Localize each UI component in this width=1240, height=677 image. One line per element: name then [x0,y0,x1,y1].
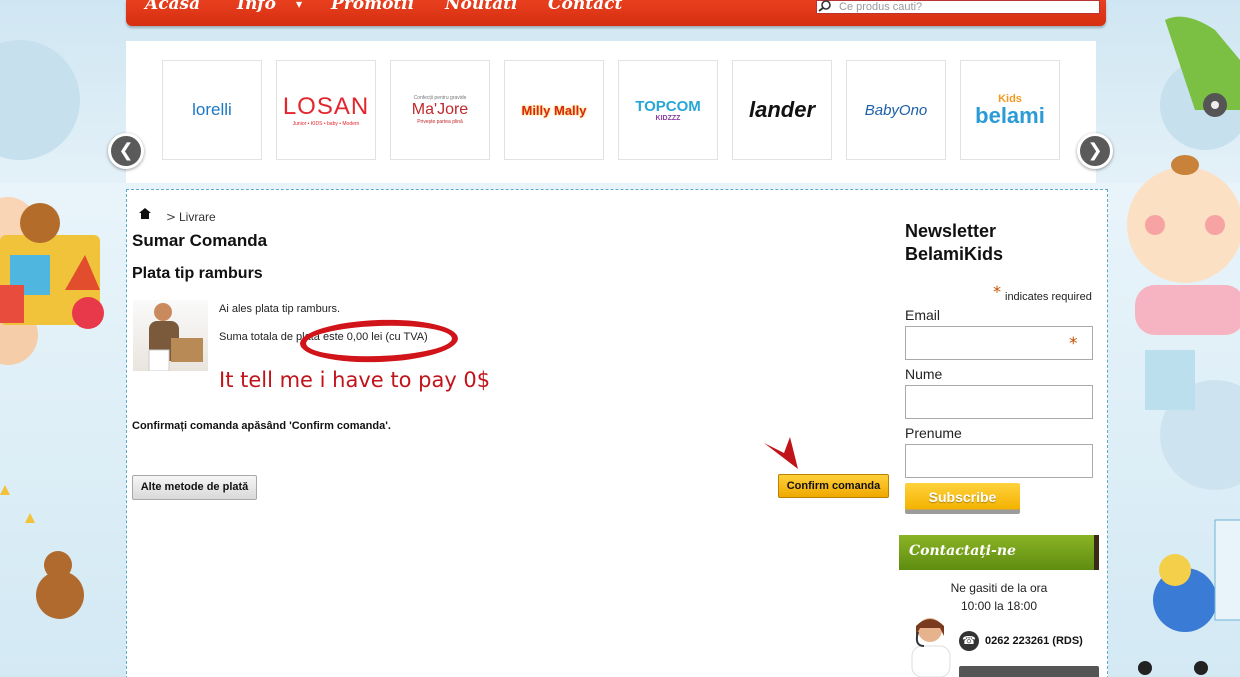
required-asterisk: * [1069,334,1078,354]
brand-tagline: Privește partea plină [417,119,463,125]
phone-icon: ☎ [959,631,979,651]
toy-decoration [0,197,104,619]
phone-number[interactable]: 0262 223261 (RDS) [985,635,1083,647]
call-button[interactable] [959,666,1099,677]
hours-text: Ne gasiti de la ora [950,581,1048,595]
firstname-label: Prenume [905,425,962,441]
name-label: Nume [905,366,943,382]
brand-name: Ma'Jore [411,101,469,118]
nav-item-promotii[interactable]: Promotii [331,0,414,14]
nav-item-contact[interactable]: Contact [548,0,622,14]
brand-name: LOSAN [282,93,370,120]
brand-logo-babyono[interactable]: BabyOno [846,60,946,160]
payment-message: Ai ales plata tip ramburs. [219,303,341,315]
breadcrumb-current: Livrare [179,210,216,224]
page-title: Sumar Comanda [132,231,268,250]
support-agent-image [900,612,952,677]
confirm-instructions: Confirmați comanda apăsând 'Confirm coma… [132,420,391,432]
brand-carousel [126,41,1096,183]
brand-logo-milly-mally[interactable]: Milly Mally [504,60,604,160]
newsletter-title: Newsletter BelamiKids [905,221,1004,264]
brand-name: BabyOno [864,101,928,119]
user-annotation: It tell me i have to pay 0$ [219,368,491,392]
brand-logo-lander[interactable]: lander [732,60,832,160]
carousel-prev-button[interactable]: ❮ [108,133,144,169]
brand-name: TOPCOM [635,98,701,115]
breadcrumb-separator: > [166,210,177,224]
brand-logo-lorelli[interactable]: lorelli [162,60,262,160]
nav-item-info[interactable]: Info [237,0,276,14]
brand-name: Milly Mally [521,102,587,118]
home-icon[interactable] [139,208,151,223]
email-label: Email [905,307,941,323]
baby-decoration [1127,16,1240,675]
annotation-arrow-icon [764,437,798,469]
other-payment-methods-button[interactable]: Alte metode de plată [132,475,257,500]
brand-name: lander [748,97,816,122]
confirm-order-button[interactable]: Confirm comanda [778,474,889,498]
brand-name: lorelli [192,100,232,119]
name-field[interactable] [905,385,1093,419]
carousel-next-button[interactable]: ❯ [1077,133,1113,169]
brand-logo-topcom[interactable]: TOPCOM KIDZZZ [618,60,718,160]
hours-range: 10:00 la 18:00 [960,599,1038,613]
firstname-field[interactable] [905,444,1093,478]
subscribe-button[interactable]: Subscribe [905,483,1020,514]
search-input[interactable]: Ce produs cauti? [816,0,1100,14]
required-note: indicates required [1005,291,1092,303]
brand-logo-majore[interactable]: Confecții pentru gravide Ma'Jore Priveșt… [390,60,490,160]
brand-logo-losan[interactable]: LOSAN Junior • KIDS • baby • Modern [276,60,376,160]
brand-tagline: Junior • KIDS • baby • Modern [292,121,360,127]
brand-name: belami [975,103,1045,128]
brand-logo-belami[interactable]: Kids belami [960,60,1060,160]
search-icon[interactable] [818,0,834,13]
required-asterisk: * [993,282,1001,301]
courier-image [133,300,208,371]
chevron-right-icon: ❯ [1087,140,1103,161]
chevron-down-icon: ▼ [296,0,303,9]
payment-method-title: Plata tip ramburs [132,265,263,282]
nav-item-acasa[interactable]: Acasa [145,0,200,14]
chevron-left-icon: ❮ [118,140,134,161]
brand-tagline: KIDZZZ [655,115,681,122]
email-field[interactable] [905,326,1093,360]
nav-item-noutati[interactable]: Noutati [445,0,517,14]
contact-banner: Contactați-ne [899,535,1099,570]
